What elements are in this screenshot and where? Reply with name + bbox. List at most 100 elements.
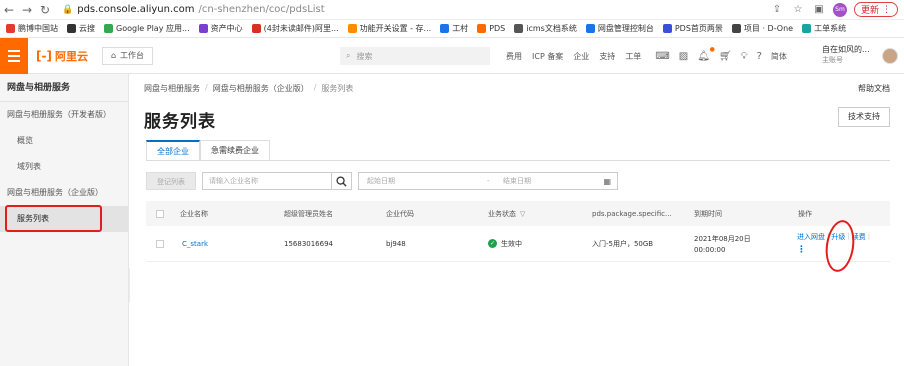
help-icon[interactable]: ?	[757, 51, 762, 62]
col-admin-name: 超级管理员姓名	[284, 209, 333, 218]
search-button[interactable]	[332, 172, 352, 190]
profile-avatar[interactable]: Sm	[832, 2, 847, 17]
workbench-button[interactable]: ⌂ 工作台	[101, 46, 154, 65]
cart-icon[interactable]: 🛒︎	[719, 51, 732, 62]
date-range-picker[interactable]: 起始日期 - 结束日期 ▦	[358, 172, 618, 190]
bookmark-item[interactable]: 工单系统	[802, 23, 846, 34]
bookmark-item[interactable]: PDS首页两景	[662, 23, 723, 34]
help-doc-link[interactable]: 帮助文档	[858, 83, 890, 94]
update-label: 更新	[860, 6, 879, 16]
enterprise-search-input[interactable]: 请输入企业名称	[202, 172, 332, 190]
row-checkbox[interactable]	[156, 239, 164, 248]
col-status: 业务状态 ▽	[488, 201, 525, 226]
menu-enterprise[interactable]: 企业	[573, 51, 589, 62]
bookmark-favicon-icon	[662, 24, 672, 33]
tab-divider	[146, 160, 890, 161]
enterprise-code-cell: bj948	[386, 239, 406, 248]
menu-support[interactable]: 支持	[599, 51, 615, 62]
col-enterprise-code: 企业代码	[386, 209, 414, 218]
col-expire-time: 到期时间	[694, 209, 722, 218]
page-title: 服务列表	[144, 112, 216, 132]
sidebar-title: 网盘与相册服务	[0, 74, 128, 102]
select-all-checkbox[interactable]	[156, 209, 164, 218]
breadcrumb-separator: /	[205, 83, 208, 92]
admin-name-cell: 15683016694	[284, 239, 333, 248]
sidebar-item-domain-list[interactable]: 域列表	[0, 154, 128, 180]
reload-icon[interactable]: ↻	[36, 3, 54, 17]
bookmark-item[interactable]: (4封未读邮件)阿里...	[251, 23, 339, 34]
menu-ticket[interactable]: 工单	[625, 51, 641, 62]
more-vert-icon: ⋮	[882, 4, 891, 15]
address-bar[interactable]: 🔒 pds.console.aliyun.com/cn-shenzhen/coc…	[62, 4, 325, 15]
search-icon	[336, 175, 347, 187]
avatar[interactable]	[882, 48, 898, 64]
col-package: pds.package.specific...	[592, 209, 672, 218]
status-text: 生效中	[501, 239, 522, 248]
update-button[interactable]: 更新 ⋮	[853, 2, 898, 17]
sidebar-item-overview[interactable]: 概览	[0, 128, 128, 154]
bookmark-favicon-icon	[585, 24, 595, 33]
language-switch[interactable]: 简体	[771, 51, 787, 62]
breadcrumb-item[interactable]: 网盘与相册服务	[144, 83, 200, 94]
bookmark-label: PDS首页两景	[674, 24, 723, 33]
bookmark-item[interactable]: 工村	[440, 23, 468, 34]
bookmark-item[interactable]: 功能开关设置 - 存...	[347, 23, 431, 34]
bookmark-favicon-icon	[198, 24, 208, 33]
image-icon[interactable]: ▨	[679, 51, 688, 62]
breadcrumb-current: 服务列表	[321, 84, 354, 93]
enterprise-name-link[interactable]: C_stark	[182, 226, 208, 261]
filter-icon[interactable]: ▽	[520, 210, 525, 218]
bookmark-item[interactable]: Google Play 应用...	[104, 23, 190, 34]
tab-renewal-urgent[interactable]: 急需续费企业	[200, 140, 270, 161]
bookmark-favicon-icon	[514, 24, 524, 33]
sidebar-group-enterprise[interactable]: 网盘与相册服务（企业版）	[0, 180, 128, 206]
terminal-icon[interactable]: ⌨	[655, 51, 669, 62]
bell-icon[interactable]: 🔔︎ ●	[697, 46, 715, 62]
menu-icp[interactable]: ICP 备案	[532, 51, 563, 62]
tech-support-button[interactable]: 技术支持	[838, 107, 890, 127]
table-row: C_stark 15683016694 bj948 ✓ 生效中 入门-5用户，50…	[146, 226, 890, 262]
col-enterprise-name: 企业名称	[180, 209, 208, 218]
bookmark-label: 网盘管理控制台	[597, 24, 654, 33]
bookmark-item[interactable]: PDS	[477, 24, 505, 33]
bookmark-favicon-icon	[251, 24, 261, 33]
hamburger-menu-icon[interactable]	[0, 37, 28, 74]
tab-bar: 全部企业 急需续费企业	[146, 140, 270, 161]
bookmark-item[interactable]: 网盘管理控制台	[585, 23, 654, 34]
menu-fees[interactable]: 费用	[506, 51, 522, 62]
bookmark-favicon-icon	[347, 24, 357, 33]
breadcrumb-item[interactable]: 网盘与相册服务（企业版）	[213, 83, 309, 94]
star-icon[interactable]: ☆	[791, 3, 805, 17]
tab-all-enterprises[interactable]: 全部企业	[146, 140, 200, 161]
console-search-input[interactable]: ⌕ 搜索	[340, 47, 490, 65]
bookmark-item[interactable]: icms文档系统	[514, 23, 577, 34]
user-menu[interactable]: 自在如风的... 主账号	[822, 44, 870, 66]
forward-icon[interactable]: →	[18, 3, 36, 17]
sidebar-group-developer[interactable]: 网盘与相册服务（开发者版）	[0, 102, 128, 128]
user-role: 主账号	[822, 56, 843, 64]
header-checkbox-cell	[156, 201, 164, 226]
enter-drive-link[interactable]: 进入网盘	[797, 232, 825, 242]
bookmark-item[interactable]: 云搜	[67, 23, 95, 34]
bookmark-label: 工村	[452, 24, 469, 33]
calendar-icon: ▦	[603, 176, 611, 186]
register-list-button[interactable]: 登记列表	[146, 172, 196, 190]
more-actions-icon[interactable]: ⋮	[797, 245, 806, 255]
home-icon: ⌂	[110, 51, 117, 60]
back-icon[interactable]: ←	[0, 3, 18, 17]
start-date-placeholder: 起始日期	[367, 177, 395, 185]
url-host: pds.console.aliyun.com	[77, 4, 195, 15]
lightbulb-icon[interactable]: 💡︎	[741, 51, 748, 62]
breadcrumb: 网盘与相册服务 / 网盘与相册服务（企业版） / 服务列表	[144, 83, 353, 94]
bookmark-favicon-icon	[104, 24, 113, 33]
share-icon[interactable]: ⇪	[770, 3, 784, 17]
filter-bar: 登记列表 请输入企业名称 起始日期 - 结束日期 ▦	[146, 172, 618, 190]
bookmark-item[interactable]: 资产中心	[198, 23, 243, 34]
bookmark-item[interactable]: 鹏博中国站	[6, 23, 58, 34]
status-badge: ✓ 生效中	[488, 226, 522, 261]
end-date-placeholder: 结束日期	[503, 177, 531, 185]
row-checkbox-cell	[156, 226, 164, 261]
aliyun-logo[interactable]: [-] 阿里云	[36, 48, 88, 64]
bookmark-item[interactable]: 项目 · D-One	[731, 23, 793, 34]
sidebar-icon[interactable]: ▣	[812, 3, 826, 17]
